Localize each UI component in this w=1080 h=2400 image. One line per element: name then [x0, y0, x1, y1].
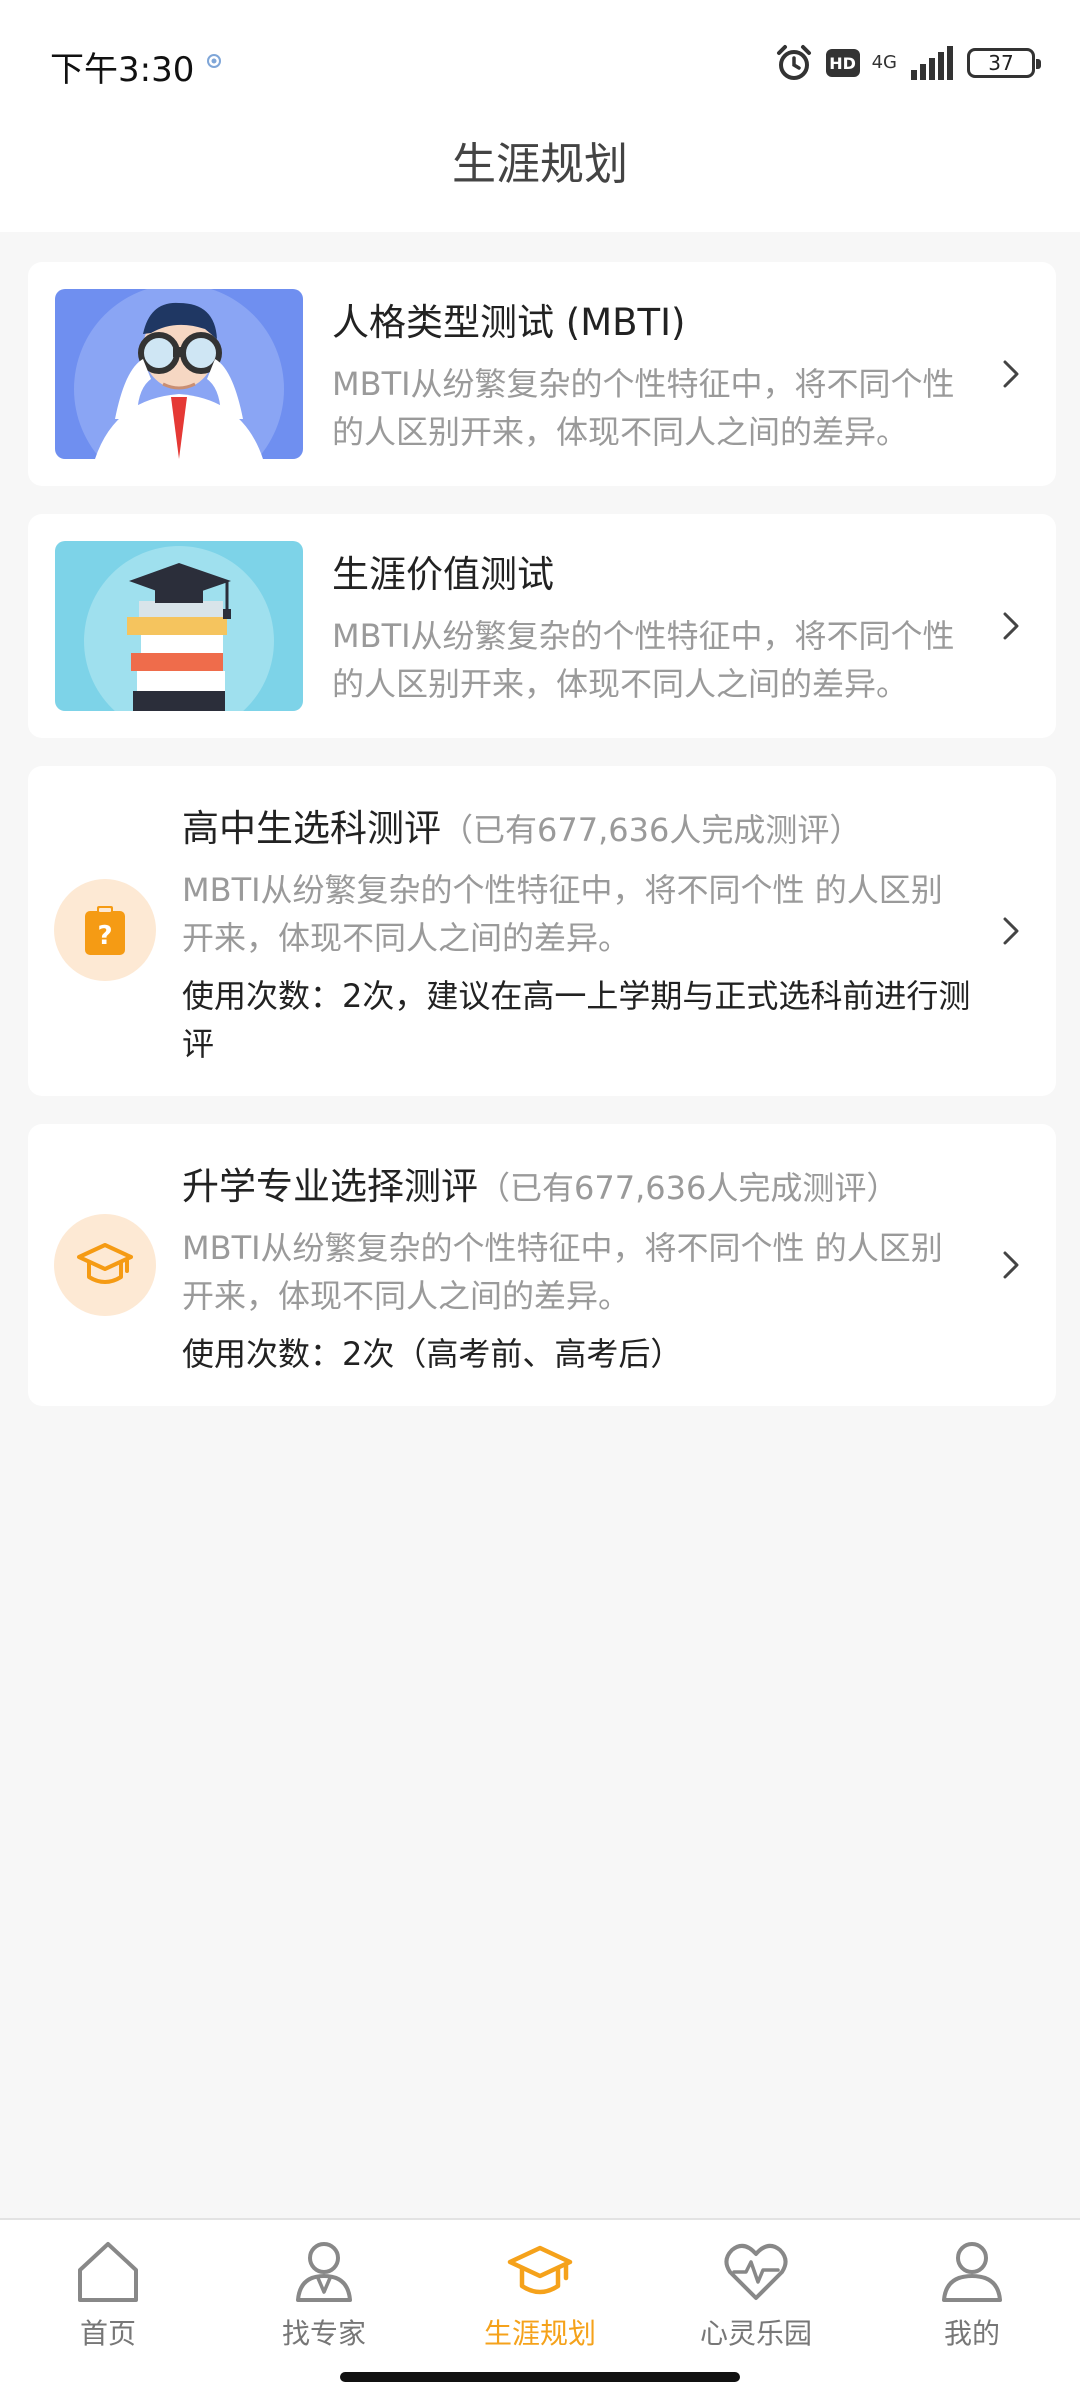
question-clipboard-icon: ? [54, 879, 156, 981]
card-title-text: 高中生选科测评 [182, 807, 441, 850]
nav-label: 心灵乐园 [699, 2317, 812, 2350]
chevron-right-icon [1003, 612, 1019, 640]
heart-pulse-icon [724, 2243, 788, 2300]
battery-icon: 37 [967, 48, 1041, 78]
card-description: MBTI从纷繁复杂的个性特征中，将不同个性 的人区别开来，体现不同人之间的差异。 [182, 871, 943, 957]
card-title-text: 升学专业选择测评 [182, 1165, 478, 1208]
nav-label: 生涯规划 [483, 2317, 596, 2350]
alarm-icon [776, 45, 811, 80]
subject-selection-assessment-card[interactable]: ? 高中生选科测评（已有677,636人完成测评） MBTI从纷繁复杂的个性特征… [28, 766, 1056, 1096]
graduation-cap-books-illustration [55, 541, 303, 711]
nav-label: 首页 [79, 2317, 136, 2350]
usage-info: 使用次数：2次（高考前、高考后） [182, 1335, 683, 1373]
status-bar: 下午3:30 HD 4G 37 [0, 0, 1080, 120]
completion-count: （已有677,636人完成测评） [441, 811, 862, 849]
card-description: MBTI从纷繁复杂的个性特征中，将不同个性 的人区别开来，体现不同人之间的差异。 [332, 617, 955, 703]
status-indicators: HD 4G 37 [774, 38, 1041, 88]
card-title: 人格类型测试 (MBTI) [332, 301, 686, 344]
network-type: 4G [871, 52, 897, 73]
status-time: 下午3:30 [50, 50, 195, 90]
completion-count: （已有677,636人完成测评） [478, 1169, 899, 1207]
graduation-cap-icon [54, 1214, 156, 1316]
page-title: 生涯规划 [452, 139, 628, 190]
hd-badge: HD [825, 49, 860, 77]
career-planning-page: 下午3:30 HD 4G 37 生涯规划 人格类型测试 (MBTI) MBTI从… [0, 0, 1080, 2400]
major-selection-assessment-card[interactable]: 升学专业选择测评（已有677,636人完成测评） MBTI从纷繁复杂的个性特征中… [28, 1124, 1056, 1406]
top-area: 下午3:30 HD 4G 37 生涯规划 [0, 0, 1080, 232]
mbti-test-card[interactable]: 人格类型测试 (MBTI) MBTI从纷繁复杂的个性特征中，将不同个性 的人区别… [28, 262, 1056, 486]
chevron-right-icon [1003, 360, 1019, 388]
card-description: MBTI从纷繁复杂的个性特征中，将不同个性 的人区别开来，体现不同人之间的差异。 [182, 1229, 943, 1315]
svg-text:?: ? [97, 921, 112, 951]
graduation-cap-icon [507, 2245, 573, 2295]
network-block: 4G [872, 54, 897, 72]
career-value-test-card[interactable]: 生涯价值测试 MBTI从纷繁复杂的个性特征中，将不同个性 的人区别开来，体现不同… [28, 514, 1056, 738]
nav-item-mine[interactable]: 我的 [892, 2236, 1052, 2356]
chevron-right-icon [1003, 1251, 1019, 1279]
nav-item-home[interactable]: 首页 [28, 2236, 188, 2356]
user-icon [942, 2242, 1002, 2302]
home-indicator[interactable] [340, 2372, 740, 2382]
battery-level: 37 [988, 51, 1014, 75]
nav-label: 我的 [943, 2317, 1000, 2350]
usage-info: 使用次数：2次，建议在高一上学期与正式选科前进行测评 [182, 977, 971, 1063]
binoculars-person-illustration [55, 289, 303, 459]
nav-item-mind-park[interactable]: 心灵乐园 [676, 2236, 836, 2356]
expert-icon [296, 2242, 352, 2302]
chevron-right-icon [1003, 917, 1019, 945]
nav-item-find-expert[interactable]: 找专家 [244, 2236, 404, 2356]
card-title: 升学专业选择测评（已有677,636人完成测评） [182, 1156, 898, 1210]
nav-label: 找专家 [281, 2317, 366, 2350]
signal-icon [911, 46, 953, 80]
card-title: 生涯价值测试 [332, 553, 554, 596]
card-description: MBTI从纷繁复杂的个性特征中，将不同个性 的人区别开来，体现不同人之间的差异。 [332, 365, 955, 451]
card-title: 高中生选科测评（已有677,636人完成测评） [182, 798, 861, 852]
nav-item-career-planning[interactable]: 生涯规划 [460, 2236, 620, 2356]
location-icon [207, 54, 221, 68]
home-icon [78, 2242, 138, 2302]
